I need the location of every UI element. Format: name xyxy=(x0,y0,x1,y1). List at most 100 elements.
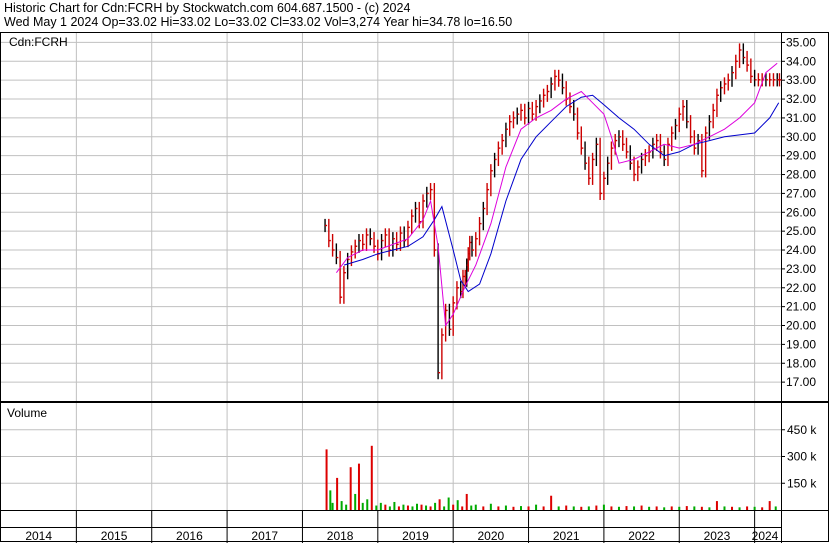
volume-bar xyxy=(648,506,651,510)
volume-bar xyxy=(416,503,418,510)
price-bars xyxy=(324,43,782,380)
volume-bar xyxy=(542,506,545,510)
volume-bar xyxy=(557,506,560,510)
price-grid xyxy=(1,33,781,401)
stock-chart: 2014 2015 2016 2017 2018 2019 2020 2021 2022 2023… xyxy=(0,32,829,543)
price-tick-label: 33.00 xyxy=(786,73,816,87)
price-panel-frame xyxy=(0,32,829,402)
year-label: 2017 xyxy=(251,529,278,543)
volume-bar xyxy=(456,500,459,510)
volume-grid xyxy=(1,403,781,510)
volume-bar xyxy=(397,506,400,510)
volume-bar xyxy=(461,506,464,510)
volume-bar xyxy=(393,501,396,510)
price-tick-label: 17.00 xyxy=(786,375,816,389)
volume-bar xyxy=(489,503,492,510)
volume-bar xyxy=(708,507,711,510)
volume-bar xyxy=(379,502,382,510)
volume-bar xyxy=(520,506,522,510)
volume-bar xyxy=(406,505,409,510)
volume-bar xyxy=(768,501,771,510)
volume-tick-label: 450 k xyxy=(787,423,817,437)
volume-bar xyxy=(325,449,328,510)
volume-bar xyxy=(411,506,414,510)
volume-bar xyxy=(349,467,352,510)
year-label: 2023 xyxy=(704,529,731,543)
volume-bar xyxy=(470,505,473,510)
volume-axis: 450 k 300 k 150 k xyxy=(781,423,817,490)
price-tick-label: 21.00 xyxy=(786,300,816,314)
year-label: 2019 xyxy=(402,529,429,543)
volume-bar xyxy=(434,502,437,510)
price-tick-label: 28.00 xyxy=(786,168,816,182)
price-tick-label: 25.00 xyxy=(786,224,816,238)
year-label: 2021 xyxy=(553,529,580,543)
volume-bar xyxy=(425,505,428,510)
volume-bar xyxy=(535,504,538,510)
price-tick-label: 30.00 xyxy=(786,130,816,144)
price-tick-label: 31.00 xyxy=(786,111,816,125)
year-label: 2018 xyxy=(327,529,354,543)
volume-bar xyxy=(361,502,364,510)
volume-bar xyxy=(443,506,446,510)
price-tick-label: 22.00 xyxy=(786,281,816,295)
volume-bar xyxy=(738,507,741,510)
volume-bar xyxy=(715,501,718,510)
price-axis: 35.00 34.00 33.00 32.00 31.00 30.00 29.00 28.00… xyxy=(781,35,816,389)
volume-bar xyxy=(329,490,332,510)
volume-bar xyxy=(384,504,387,510)
price-panel-label: Cdn:FCRH xyxy=(9,35,68,49)
price-tick-label: 32.00 xyxy=(786,92,816,106)
year-label: 2024 xyxy=(752,529,779,543)
volume-bar xyxy=(580,506,583,510)
volume-bar xyxy=(438,499,441,510)
volume-bar xyxy=(572,506,575,510)
volume-bar xyxy=(663,507,666,510)
volume-tick-label: 150 k xyxy=(787,476,817,490)
volume-bar xyxy=(700,506,703,510)
volume-tick-label: 300 k xyxy=(787,450,817,464)
volume-bar xyxy=(746,506,749,510)
volume-bar xyxy=(693,506,696,510)
volume-bar xyxy=(527,506,530,510)
volume-bar xyxy=(402,504,405,510)
volume-bar xyxy=(452,504,455,510)
volume-bar xyxy=(633,506,636,510)
volume-bar xyxy=(625,506,628,510)
volume-bar xyxy=(565,505,568,510)
volume-bar xyxy=(375,505,378,510)
volume-bar xyxy=(345,504,348,510)
year-label: 2022 xyxy=(628,529,655,543)
volume-bar xyxy=(447,497,450,510)
year-label: 2020 xyxy=(478,529,505,543)
price-tick-label: 19.00 xyxy=(786,337,816,351)
volume-bar xyxy=(388,506,391,510)
volume-bar xyxy=(354,493,357,510)
volume-bar xyxy=(602,504,605,510)
volume-bar xyxy=(366,499,369,510)
volume-bar xyxy=(685,506,688,510)
volume-bar xyxy=(465,493,468,510)
volume-bar xyxy=(670,506,673,510)
volume-bar xyxy=(640,505,643,510)
price-tick-label: 27.00 xyxy=(786,186,816,200)
price-tick-label: 23.00 xyxy=(786,262,816,276)
volume-bar xyxy=(753,506,756,510)
volume-bar xyxy=(512,506,515,510)
volume-bar xyxy=(655,506,658,510)
year-label: 2015 xyxy=(101,529,128,543)
price-tick-label: 29.00 xyxy=(786,149,816,163)
price-tick-label: 24.00 xyxy=(786,243,816,257)
volume-bar xyxy=(370,445,373,510)
volume-bar xyxy=(617,506,620,510)
volume-bar xyxy=(420,504,423,510)
volume-bar xyxy=(761,507,764,510)
volume-bar xyxy=(357,463,360,510)
price-tick-label: 20.00 xyxy=(786,319,816,333)
volume-bar xyxy=(474,504,477,510)
volume-bar xyxy=(340,501,343,510)
price-tick-label: 34.00 xyxy=(786,54,816,68)
volume-bar xyxy=(731,506,734,510)
volume-bar xyxy=(497,506,500,510)
year-label: 2014 xyxy=(25,529,52,543)
